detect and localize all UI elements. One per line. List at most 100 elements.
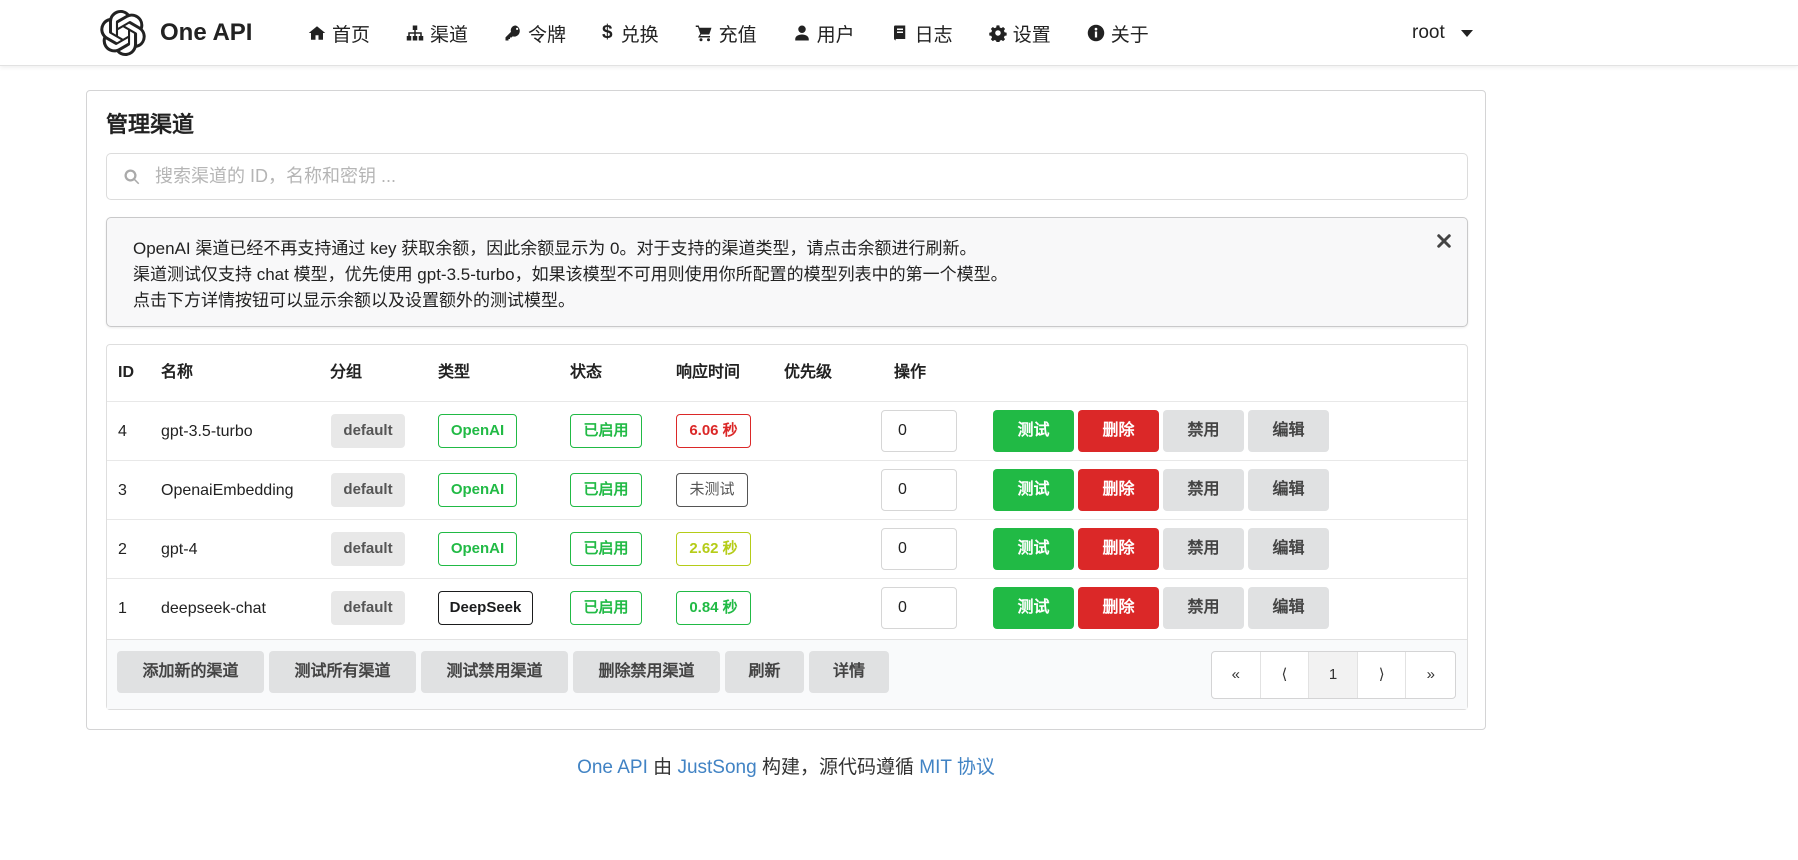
page-footer: One API 由 JustSong 构建，源代码遵循 MIT 协议 [0,752,1572,779]
channels-table: ID 名称 分组 类型 状态 响应时间 优先级 操作 4 gpt-3.5-tur… [106,344,1468,710]
footer-text: 构建，源代码遵循 [761,757,914,778]
cart-icon [695,25,712,42]
info-icon [1087,24,1104,42]
column-header-type[interactable]: 类型 [438,345,470,401]
prev-page-button[interactable]: ⟨ [1261,652,1310,698]
disable-button[interactable]: 禁用 [1163,469,1244,511]
column-header-status[interactable]: 状态 [570,345,602,401]
test-all-button[interactable]: 测试所有渠道 [269,651,416,693]
priority-input[interactable] [881,469,957,511]
nav-label: 兑换 [620,24,659,46]
cell-name: deepseek-chat [161,600,266,617]
message-line: 渠道测试仅支持 chat 模型，优先使用 gpt-3.5-turbo，如果该模型… [133,265,1008,284]
test-button[interactable]: 测试 [993,587,1074,629]
nav-label: 渠道 [430,24,469,46]
gear-icon [988,25,1007,42]
channels-card: 管理渠道 OpenAI 渠道已经不再支持通过 key 获取余额，因此余额显示为 … [86,90,1486,730]
project-link[interactable]: One API [577,757,648,778]
test-disabled-button[interactable]: 测试禁用渠道 [421,651,568,693]
test-button[interactable]: 测试 [993,528,1074,570]
edit-button[interactable]: 编辑 [1248,587,1329,629]
type-badge: OpenAI [438,414,517,448]
priority-input[interactable] [881,410,957,452]
edit-button[interactable]: 编辑 [1248,410,1329,452]
priority-input[interactable] [881,528,957,570]
table-footer: 添加新的渠道 测试所有渠道 测试禁用渠道 删除禁用渠道 刷新 详情 « ⟨ 1 … [107,639,1467,709]
type-badge: OpenAI [438,473,517,507]
column-header-group[interactable]: 分组 [330,345,362,401]
column-header-response[interactable]: 响应时间 [676,345,740,401]
column-header-name[interactable]: 名称 [161,345,193,401]
first-page-button[interactable]: « [1212,652,1261,698]
search-box[interactable] [106,153,1468,200]
nav-item-logs[interactable]: 日志 [873,0,971,66]
username: root [1412,22,1445,43]
nav-label: 用户 [816,24,855,46]
top-navigation: One API 首页 渠道 令牌 $ 兑换 充值 用户 日志 设置 关于 roo… [0,0,1798,66]
disable-button[interactable]: 禁用 [1163,587,1244,629]
add-channel-button[interactable]: 添加新的渠道 [117,651,264,693]
search-input[interactable] [155,156,1455,197]
user-icon [794,25,809,41]
delete-button[interactable]: 删除 [1078,587,1159,629]
page-1-button[interactable]: 1 [1309,652,1358,698]
cell-name: gpt-4 [161,541,198,558]
license-link[interactable]: MIT 协议 [919,757,995,778]
test-button[interactable]: 测试 [993,410,1074,452]
brand[interactable]: One API [100,9,252,57]
group-badge: default [331,414,405,448]
author-link[interactable]: JustSong [677,757,756,778]
delete-button[interactable]: 删除 [1078,528,1159,570]
type-badge: OpenAI [438,532,517,566]
disable-button[interactable]: 禁用 [1163,528,1244,570]
nav-label: 日志 [914,24,953,46]
user-dropdown[interactable]: root [1412,0,1473,66]
response-time-badge[interactable]: 2.62 秒 [676,532,751,566]
nav-item-channels[interactable]: 渠道 [388,0,486,66]
page-title: 管理渠道 [106,112,195,137]
table-row: 3 OpenaiEmbedding default OpenAI 已启用 未测试… [107,460,1467,519]
nav-item-about[interactable]: 关于 [1069,0,1167,66]
group-badge: default [331,591,405,625]
nav-item-home[interactable]: 首页 [290,0,388,66]
footer-text: 由 [653,757,673,778]
priority-input[interactable] [881,587,957,629]
pagination: « ⟨ 1 ⟩ » [1211,651,1456,699]
nav-item-users[interactable]: 用户 [775,0,873,66]
delete-disabled-button[interactable]: 删除禁用渠道 [573,651,720,693]
edit-button[interactable]: 编辑 [1248,528,1329,570]
delete-button[interactable]: 删除 [1078,469,1159,511]
nav-item-settings[interactable]: 设置 [971,0,1069,66]
nav-item-topup[interactable]: 充值 [677,0,775,66]
type-badge: DeepSeek [438,591,533,625]
close-icon[interactable] [1435,232,1453,250]
refresh-button[interactable]: 刷新 [725,651,804,693]
status-badge: 已启用 [570,473,642,507]
test-button[interactable]: 测试 [993,469,1074,511]
table-row: 4 gpt-3.5-turbo default OpenAI 已启用 6.06 … [107,401,1467,460]
delete-button[interactable]: 删除 [1078,410,1159,452]
sitemap-icon [406,25,424,41]
disable-button[interactable]: 禁用 [1163,410,1244,452]
info-message: OpenAI 渠道已经不再支持通过 key 获取余额，因此余额显示为 0。对于支… [106,217,1468,327]
last-page-button[interactable]: » [1406,652,1455,698]
nav-item-tokens[interactable]: 令牌 [486,0,584,66]
table-row: 2 gpt-4 default OpenAI 已启用 2.62 秒 测试 删除 … [107,519,1467,578]
response-time-badge[interactable]: 6.06 秒 [676,414,751,448]
cell-id: 1 [118,600,127,617]
next-page-button[interactable]: ⟩ [1358,652,1407,698]
column-header-id[interactable]: ID [118,345,134,401]
response-time-badge[interactable]: 0.84 秒 [676,591,751,625]
nav-label: 令牌 [528,24,567,46]
cell-id: 2 [118,541,127,558]
response-time-badge[interactable]: 未测试 [676,473,748,507]
details-button[interactable]: 详情 [809,651,889,693]
nav-label: 设置 [1012,24,1051,46]
message-line: 点击下方详情按钮可以显示余额以及设置额外的测试模型。 [133,291,575,310]
group-badge: default [331,532,405,566]
edit-button[interactable]: 编辑 [1248,469,1329,511]
openai-logo-icon [100,10,146,56]
nav-item-redeem[interactable]: $ 兑换 [584,0,677,66]
search-icon [124,168,140,184]
column-header-priority[interactable]: 优先级 [784,345,832,401]
